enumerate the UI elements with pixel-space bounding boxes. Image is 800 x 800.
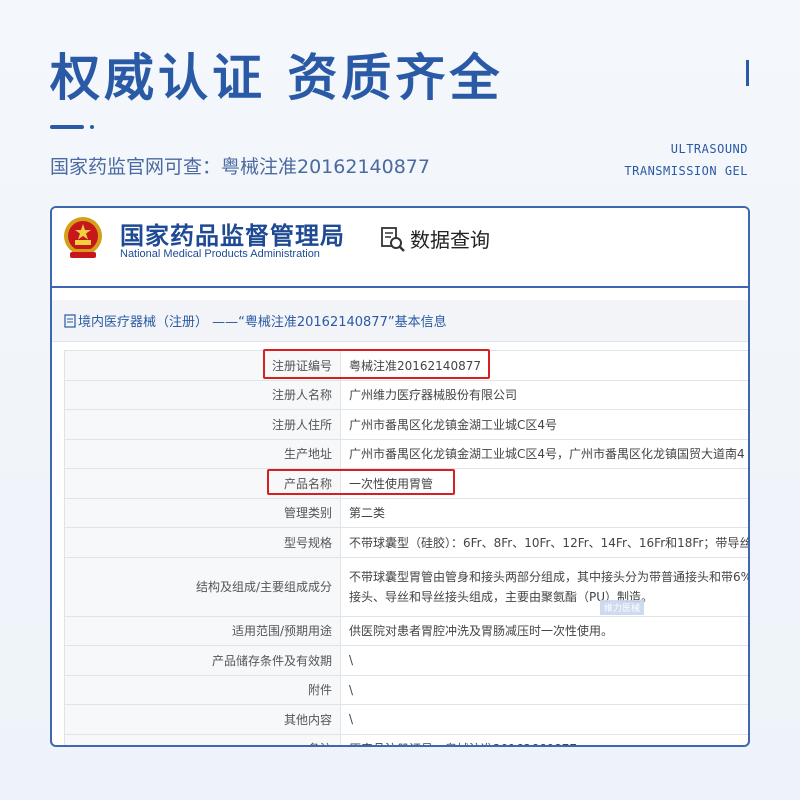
table-row: 其他内容 \ bbox=[64, 704, 748, 735]
row-value: \ bbox=[340, 645, 748, 676]
table-row: 结构及组成/主要组成成分 不带球囊型胃管由管身和接头两部分组成，其中接头分为带普通… bbox=[64, 556, 748, 617]
row-value: 广州市番禺区化龙镇金湖工业城C区4号 bbox=[340, 409, 748, 440]
table-row: 适用范围/预期用途 供医院对患者胃腔冲洗及胃肠减压时一次性使用。 bbox=[64, 615, 748, 646]
row-value: 不带球囊型胃管由管身和接头两部分组成，其中接头分为带普通接头和带6%接头、导丝和… bbox=[340, 556, 748, 617]
document-search-icon bbox=[381, 226, 405, 252]
row-value: 供医院对患者胃腔冲洗及胃肠减压时一次性使用。 bbox=[340, 615, 748, 646]
table-row: 注册证编号 粤械注准20162140877 bbox=[64, 350, 748, 381]
breadcrumb-text: 境内医疗器械（注册） ——“粤械注准20162140877”基本信息 bbox=[78, 315, 447, 330]
product-tag-line2: TRANSMISSION GEL bbox=[624, 164, 748, 178]
org-name-cn: 国家药品监督管理局 bbox=[120, 222, 345, 250]
row-key: 产品储存条件及有效期 bbox=[64, 645, 341, 676]
national-emblem-icon bbox=[64, 217, 102, 258]
table-row: 生产地址 广州市番禺区化龙镇金湖工业城C区4号，广州市番禺区化龙镇国贸大道南4 bbox=[64, 438, 748, 469]
row-key: 注册证编号 bbox=[64, 350, 341, 381]
row-value: 粤械注准20162140877 bbox=[340, 350, 748, 381]
row-key: 产品名称 bbox=[64, 468, 341, 499]
row-value: \ bbox=[340, 704, 748, 735]
table-row: 附件 \ bbox=[64, 674, 748, 705]
row-key: 注册人住所 bbox=[64, 409, 341, 440]
row-value: 原产品注册证号：粤械注准20162660877。 bbox=[340, 733, 748, 745]
row-key: 其他内容 bbox=[64, 704, 341, 735]
data-query-link[interactable]: 数据查询 bbox=[380, 224, 490, 253]
row-key: 型号规格 bbox=[64, 527, 341, 558]
verification-subtitle: 国家药监官网可查：粤械注准20162140877 bbox=[50, 156, 430, 178]
row-key: 附件 bbox=[64, 674, 341, 705]
data-query-label: 数据查询 bbox=[410, 228, 490, 252]
accent-dash bbox=[50, 125, 84, 129]
row-key: 结构及组成/主要组成成分 bbox=[64, 556, 341, 617]
nmpa-header: 国家药品监督管理局 National Medical Products Admi… bbox=[52, 208, 748, 288]
row-key: 管理类别 bbox=[64, 497, 341, 528]
row-key: 生产地址 bbox=[64, 438, 341, 469]
table-row: 注册人名称 广州维力医疗器械股份有限公司 bbox=[64, 379, 748, 410]
nmpa-screenshot-panel: 国家药品监督管理局 National Medical Products Admi… bbox=[50, 206, 750, 747]
breadcrumb: 境内医疗器械（注册） ——“粤械注准20162140877”基本信息 bbox=[52, 300, 748, 342]
page-headline: 权威认证 资质齐全 bbox=[50, 49, 504, 107]
table-row: 产品储存条件及有效期 \ bbox=[64, 645, 748, 676]
product-tag-line1: ULTRASOUND bbox=[670, 142, 748, 156]
row-key: 备注 bbox=[64, 733, 341, 745]
table-row: 备注原产品注册证号：粤械注准20162660877。 bbox=[64, 733, 748, 745]
row-value: 不带球囊型（硅胶）：6Fr、8Fr、10Fr、12Fr、14Fr、16Fr和18… bbox=[340, 527, 748, 558]
row-key: 注册人名称 bbox=[64, 379, 341, 410]
accent-dot bbox=[90, 125, 94, 129]
table-row: 产品名称 一次性使用胃管 bbox=[64, 468, 748, 499]
table-row: 型号规格 不带球囊型（硅胶）：6Fr、8Fr、10Fr、12Fr、14Fr、16F… bbox=[64, 527, 748, 558]
accent-bar bbox=[746, 60, 749, 86]
table-row: 管理类别 第二类 bbox=[64, 497, 748, 528]
row-value: 第二类 bbox=[340, 497, 748, 528]
row-value: 一次性使用胃管 bbox=[340, 468, 748, 499]
document-icon bbox=[64, 313, 76, 328]
row-key: 适用范围/预期用途 bbox=[64, 615, 341, 646]
registration-info-table: 注册证编号 粤械注准20162140877 注册人名称 广州维力医疗器械股份有限公司… bbox=[64, 350, 748, 745]
row-value: 广州维力医疗器械股份有限公司 bbox=[340, 379, 748, 410]
org-name-en: National Medical Products Administration bbox=[120, 248, 320, 260]
watermark-badge: 维力医械 bbox=[600, 600, 645, 615]
table-row: 注册人住所 广州市番禺区化龙镇金湖工业城C区4号 bbox=[64, 409, 748, 440]
row-value: 广州市番禺区化龙镇金湖工业城C区4号，广州市番禺区化龙镇国贸大道南4 bbox=[340, 438, 748, 469]
product-english-tag: ULTRASOUND TRANSMISSION GEL bbox=[624, 138, 748, 182]
row-value: \ bbox=[340, 674, 748, 705]
